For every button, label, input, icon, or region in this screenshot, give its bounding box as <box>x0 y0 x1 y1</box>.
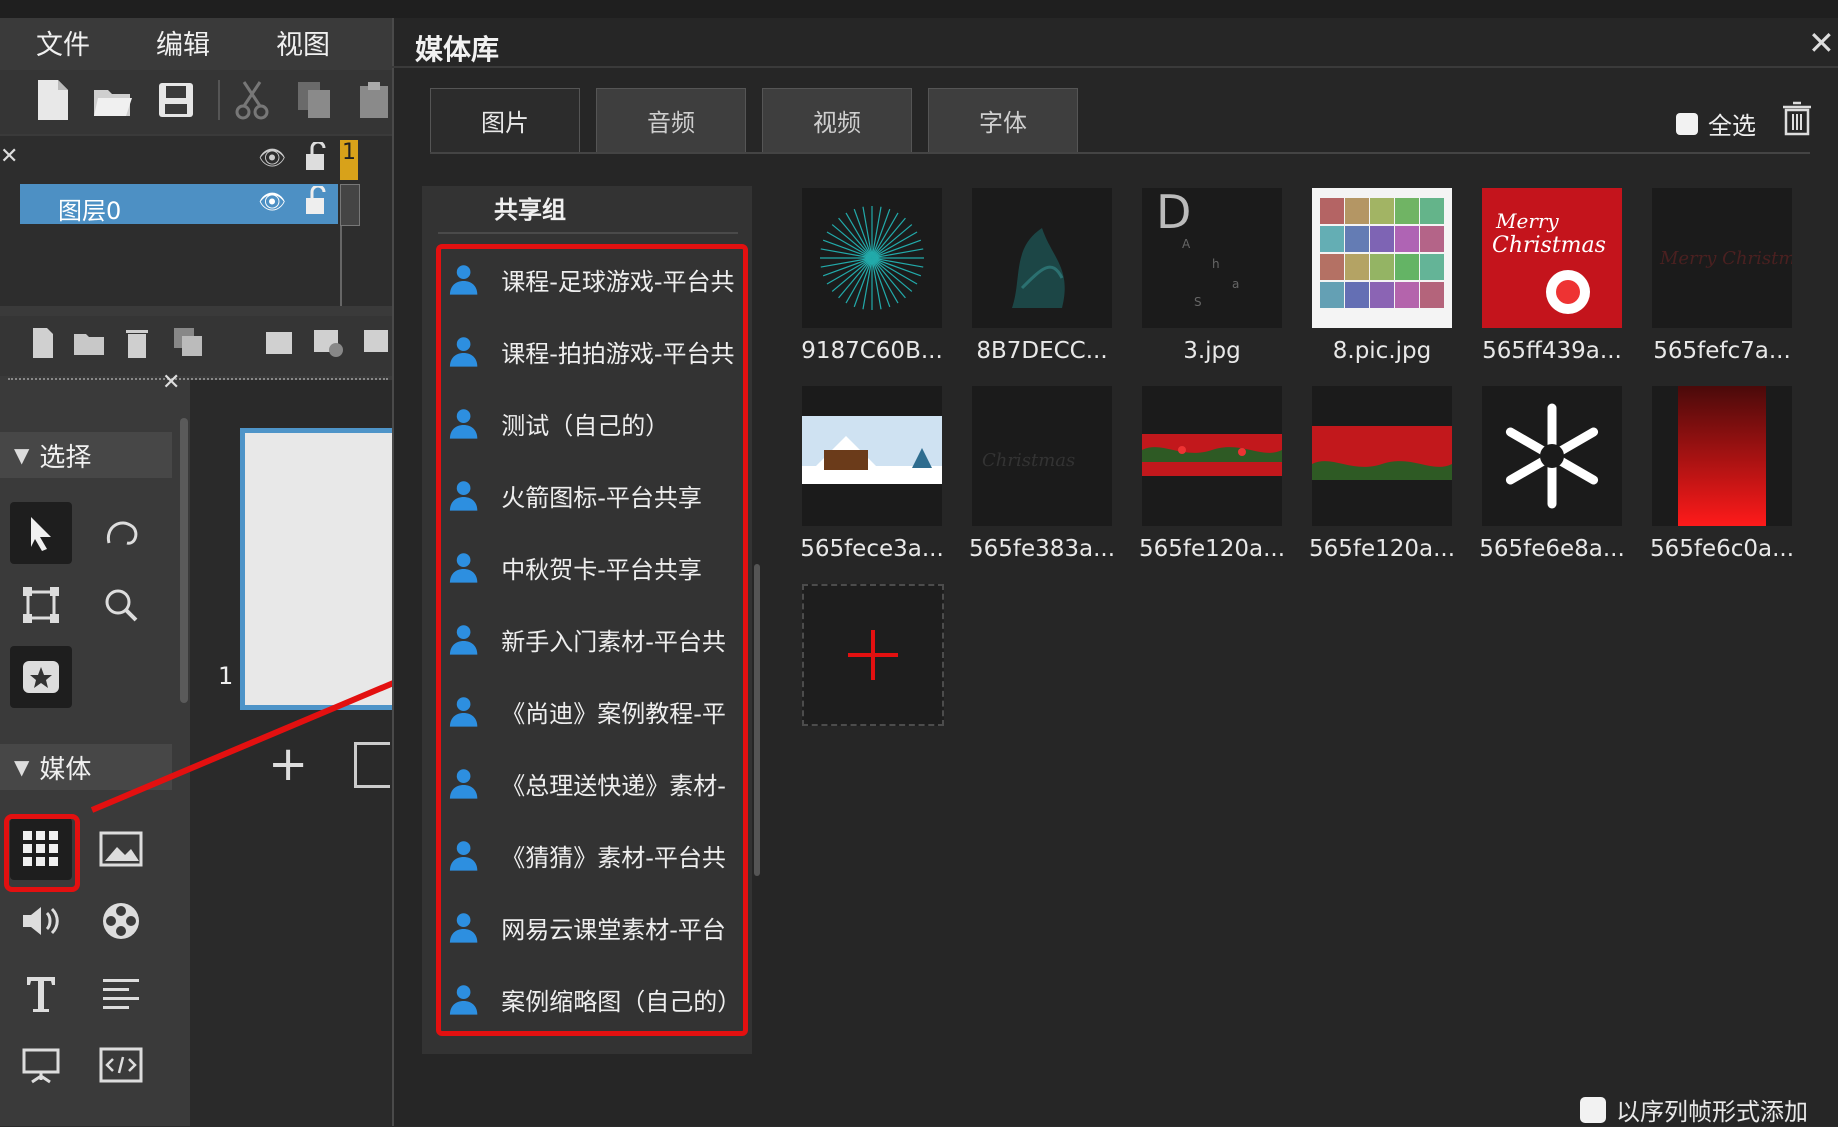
svg-text:D: D <box>1156 188 1191 239</box>
group-item-label: 《猜猜》素材-平台共 <box>501 843 726 872</box>
user-icon <box>449 265 478 295</box>
group-item-label: 新手入门素材-平台共 <box>501 627 726 656</box>
tab-underline <box>430 152 1810 154</box>
add-plus-icon <box>848 630 898 680</box>
user-icon <box>449 769 478 799</box>
tab-audio[interactable]: 音频 <box>596 88 746 152</box>
tab-images[interactable]: 图片 <box>430 88 580 152</box>
group-item[interactable]: 网易云课堂素材-平台 <box>446 902 736 952</box>
image-name: 565fefc7a... <box>1653 338 1791 364</box>
sequence-frame-checkbox[interactable]: 以序列帧形式添加 <box>1580 1092 1808 1127</box>
checkbox-box <box>1676 112 1698 135</box>
group-item-label: 火箭图标-平台共享 <box>501 483 702 512</box>
group-header-divider <box>438 232 738 234</box>
image-thumbnail[interactable] <box>802 188 942 328</box>
user-icon <box>449 337 478 367</box>
user-icon <box>449 841 478 871</box>
svg-text:Merry: Merry <box>1495 209 1559 233</box>
group-item[interactable]: 课程-拍拍游戏-平台共 <box>446 326 736 376</box>
svg-text:h: h <box>1212 257 1220 271</box>
svg-text:A: A <box>1182 237 1191 251</box>
image-name: 565fe120a... <box>1308 536 1456 562</box>
group-item-label: 课程-足球游戏-平台共 <box>501 267 735 296</box>
select-all-checkbox[interactable]: 全选 <box>1676 106 1756 141</box>
user-icon <box>449 481 478 511</box>
image-name: 565ff439a... <box>1482 338 1622 364</box>
title-divider <box>392 66 1838 68</box>
image-thumbnail[interactable]: Merry Christmas <box>1482 188 1622 328</box>
group-item-label: 案例缩略图（自己的） <box>501 987 736 1016</box>
group-item-label: 中秋贺卡-平台共享 <box>501 555 702 584</box>
image-name: 565fe6c0a... <box>1649 536 1795 562</box>
group-item[interactable]: 课程-足球游戏-平台共 <box>446 254 736 304</box>
user-icon <box>449 697 478 727</box>
svg-text:S: S <box>1194 295 1202 309</box>
image-thumbnail[interactable] <box>1142 386 1282 526</box>
dialog-title: 媒体库 <box>415 33 500 66</box>
image-name: 8B7DECC... <box>976 338 1108 364</box>
svg-text:Christmas: Christmas <box>1492 233 1606 258</box>
group-item[interactable]: 《总理送快递》素材- <box>446 758 736 808</box>
svg-text:Christmas: Christmas <box>982 450 1075 471</box>
add-image-tile[interactable] <box>802 584 944 726</box>
checkbox-box <box>1580 1096 1606 1123</box>
group-item-label: 网易云课堂素材-平台 <box>501 915 726 944</box>
group-item-label: 《总理送快递》素材- <box>501 771 726 800</box>
group-item-label: 《尚迪》案例教程-平 <box>501 699 726 728</box>
dialog-close-icon[interactable]: ✕ <box>1808 24 1835 62</box>
group-item[interactable]: 测试（自己的） <box>446 398 736 448</box>
user-icon <box>449 553 478 583</box>
image-thumbnail[interactable] <box>802 386 942 526</box>
image-thumbnail[interactable] <box>1652 386 1792 526</box>
group-item[interactable]: 《尚迪》案例教程-平 <box>446 686 736 736</box>
tab-video[interactable]: 视频 <box>762 88 912 152</box>
group-item-label: 测试（自己的） <box>501 411 670 440</box>
user-icon <box>449 985 478 1015</box>
group-list-header: 共享组 <box>494 196 566 224</box>
tab-fonts[interactable]: 字体 <box>928 88 1078 152</box>
trash-icon[interactable] <box>1782 100 1812 136</box>
image-thumbnail[interactable]: Merry Christmas <box>1652 188 1792 328</box>
user-icon <box>449 625 478 655</box>
image-thumbnail[interactable]: DAha S <box>1142 188 1282 328</box>
image-name: 565fece3a... <box>800 536 944 562</box>
user-icon <box>449 913 478 943</box>
image-thumbnail[interactable] <box>1312 386 1452 526</box>
group-item-label: 课程-拍拍游戏-平台共 <box>501 339 735 368</box>
image-thumbnail[interactable] <box>972 188 1112 328</box>
sequence-frame-label: 以序列帧形式添加 <box>1616 1098 1808 1126</box>
image-name: 565fe120a... <box>1138 536 1286 562</box>
select-all-label: 全选 <box>1708 112 1756 140</box>
group-list-scrollbar[interactable] <box>754 564 760 876</box>
group-item[interactable]: 案例缩略图（自己的） <box>446 974 736 1024</box>
image-name: 9187C60B... <box>801 338 943 364</box>
image-name: 565fe6e8a... <box>1479 536 1625 562</box>
image-name: 8.pic.jpg <box>1332 338 1432 364</box>
group-item[interactable]: 中秋贺卡-平台共享 <box>446 542 736 592</box>
user-icon <box>449 409 478 439</box>
group-item[interactable]: 火箭图标-平台共享 <box>446 470 736 520</box>
group-item[interactable]: 《猜猜》素材-平台共 <box>446 830 736 880</box>
svg-text:a: a <box>1232 277 1239 291</box>
image-name: 565fe383a... <box>968 536 1116 562</box>
image-name: 3.jpg <box>1183 338 1241 364</box>
image-thumbnail[interactable]: Christmas <box>972 386 1112 526</box>
image-thumbnail[interactable] <box>1312 188 1452 328</box>
image-thumbnail[interactable] <box>1482 386 1622 526</box>
svg-text:Merry Christmas: Merry Christmas <box>1659 248 1792 269</box>
group-item[interactable]: 新手入门素材-平台共 <box>446 614 736 664</box>
